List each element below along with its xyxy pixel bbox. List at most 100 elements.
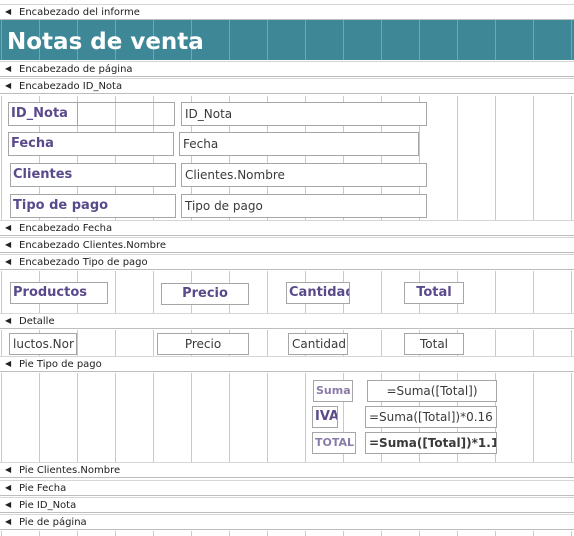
band-clientes-footer[interactable]: ◀ Pie Clientes.Nombre [0,462,574,478]
column-header-productos[interactable]: Productos [10,282,108,304]
band-collapse-icon: ◀ [5,64,12,73]
grid-line [533,373,534,463]
label-id-nota[interactable]: ID_Nota [8,102,78,126]
band-fecha-header[interactable]: ◀ Encabezado Fecha [0,220,574,236]
grid-line [191,531,192,536]
grid-line [77,330,78,357]
label-tipo-de-pago[interactable]: Tipo de pago [10,194,176,218]
grid-line [571,20,572,60]
grid-line [457,531,458,536]
grid-line [1,531,2,536]
report-design-canvas: Notas de venta ◀ Encabezado del informe … [0,0,574,536]
field-suma-expression[interactable]: =Suma([Total]) [367,380,497,402]
grid-line [229,373,230,463]
grid-line [115,271,116,314]
grid-line [571,531,572,536]
grid-line [419,531,420,536]
grid-line [381,531,382,536]
grid-line [571,330,572,357]
grid-line [533,330,534,357]
grid-line [305,373,306,463]
band-label: Detalle [19,316,55,327]
grid-line [1,271,2,314]
grid-line [115,373,116,463]
grid-line [153,531,154,536]
band-page-header[interactable]: ◀ Encabezado de página [0,61,574,77]
band-report-header[interactable]: ◀ Encabezado del informe [0,4,574,20]
grid-line [495,20,496,60]
field-total-expression[interactable]: =Suma([Total])*1.16 [365,432,497,454]
grid-line [115,330,116,357]
grid-line [1,330,2,357]
grid-line [381,20,382,60]
grid-line [153,373,154,463]
grid-line [1,373,2,463]
band-detail[interactable]: ◀ Detalle [0,313,574,329]
band-label: Pie Fecha [19,483,67,494]
label-total[interactable]: TOTAL [312,432,356,454]
grid-line [39,531,40,536]
band-collapse-icon: ◀ [5,240,12,249]
detail-field-precio[interactable]: Precio [157,333,249,355]
band-clientes-header[interactable]: ◀ Encabezado Clientes.Nombre [0,237,574,253]
band-fecha-footer[interactable]: ◀ Pie Fecha [0,480,574,496]
grid-line [115,531,116,536]
band-label: Pie ID_Nota [19,500,77,511]
column-header-precio[interactable]: Precio [161,283,249,305]
grid-line [495,271,496,314]
label-iva[interactable]: IVA [312,406,338,428]
band-label: Encabezado del informe [19,7,140,18]
detail-field-productos[interactable]: luctos.Nor [9,333,77,355]
grid-line [495,531,496,536]
label-suma[interactable]: Suma [313,380,353,402]
field-tipo-de-pago[interactable]: Tipo de pago [181,194,427,218]
band-collapse-icon: ◀ [5,483,12,492]
field-fecha[interactable]: Fecha [179,132,419,156]
band-collapse-icon: ◀ [5,7,12,16]
band-tipo-pago-footer[interactable]: ◀ Pie Tipo de pago [0,356,574,372]
grid-line [381,330,382,357]
grid-line [267,20,268,60]
grid-line [305,531,306,536]
band-collapse-icon: ◀ [5,257,12,266]
band-tipo-pago-header[interactable]: ◀ Encabezado Tipo de pago [0,254,574,270]
detail-field-cantidad[interactable]: Cantidad [288,333,348,355]
band-page-footer[interactable]: ◀ Pie de página [0,514,574,530]
report-title[interactable]: Notas de venta [7,28,204,56]
grid-line [305,20,306,60]
field-clientes-nombre[interactable]: Clientes.Nombre [181,163,427,187]
grid-line [229,20,230,60]
grid-line [381,271,382,314]
grid-line [77,531,78,536]
band-label: Encabezado de página [19,64,133,75]
label-clientes[interactable]: Clientes [10,163,176,187]
column-header-cantidad[interactable]: Cantidad [286,282,350,304]
grid-line [267,330,268,357]
band-label: Encabezado ID_Nota [19,81,123,92]
grid-page-footer [0,531,574,536]
column-header-total[interactable]: Total [404,282,464,304]
label-fecha[interactable]: Fecha [8,132,174,156]
grid-line [343,20,344,60]
grid-line [229,531,230,536]
band-collapse-icon: ◀ [5,316,12,325]
grid-line [571,373,572,463]
field-id-nota[interactable]: ID_Nota [181,102,427,126]
band-id-nota-header[interactable]: ◀ Encabezado ID_Nota [0,78,574,94]
grid-line [343,531,344,536]
grid-line [495,96,496,222]
grid-detail [0,330,574,357]
band-id-nota-footer[interactable]: ◀ Pie ID_Nota [0,497,574,513]
grid-line [533,531,534,536]
grid-line [153,271,154,314]
band-collapse-icon: ◀ [5,359,12,368]
field-iva-expression[interactable]: =Suma([Total])*0.16 [365,406,497,428]
grid-line [571,271,572,314]
label-id-nota-frame [77,102,175,126]
band-collapse-icon: ◀ [5,223,12,232]
band-label: Encabezado Fecha [19,223,113,234]
detail-field-total[interactable]: Total [404,333,464,355]
grid-line [1,20,2,60]
band-collapse-icon: ◀ [5,500,12,509]
grid-line [533,20,534,60]
